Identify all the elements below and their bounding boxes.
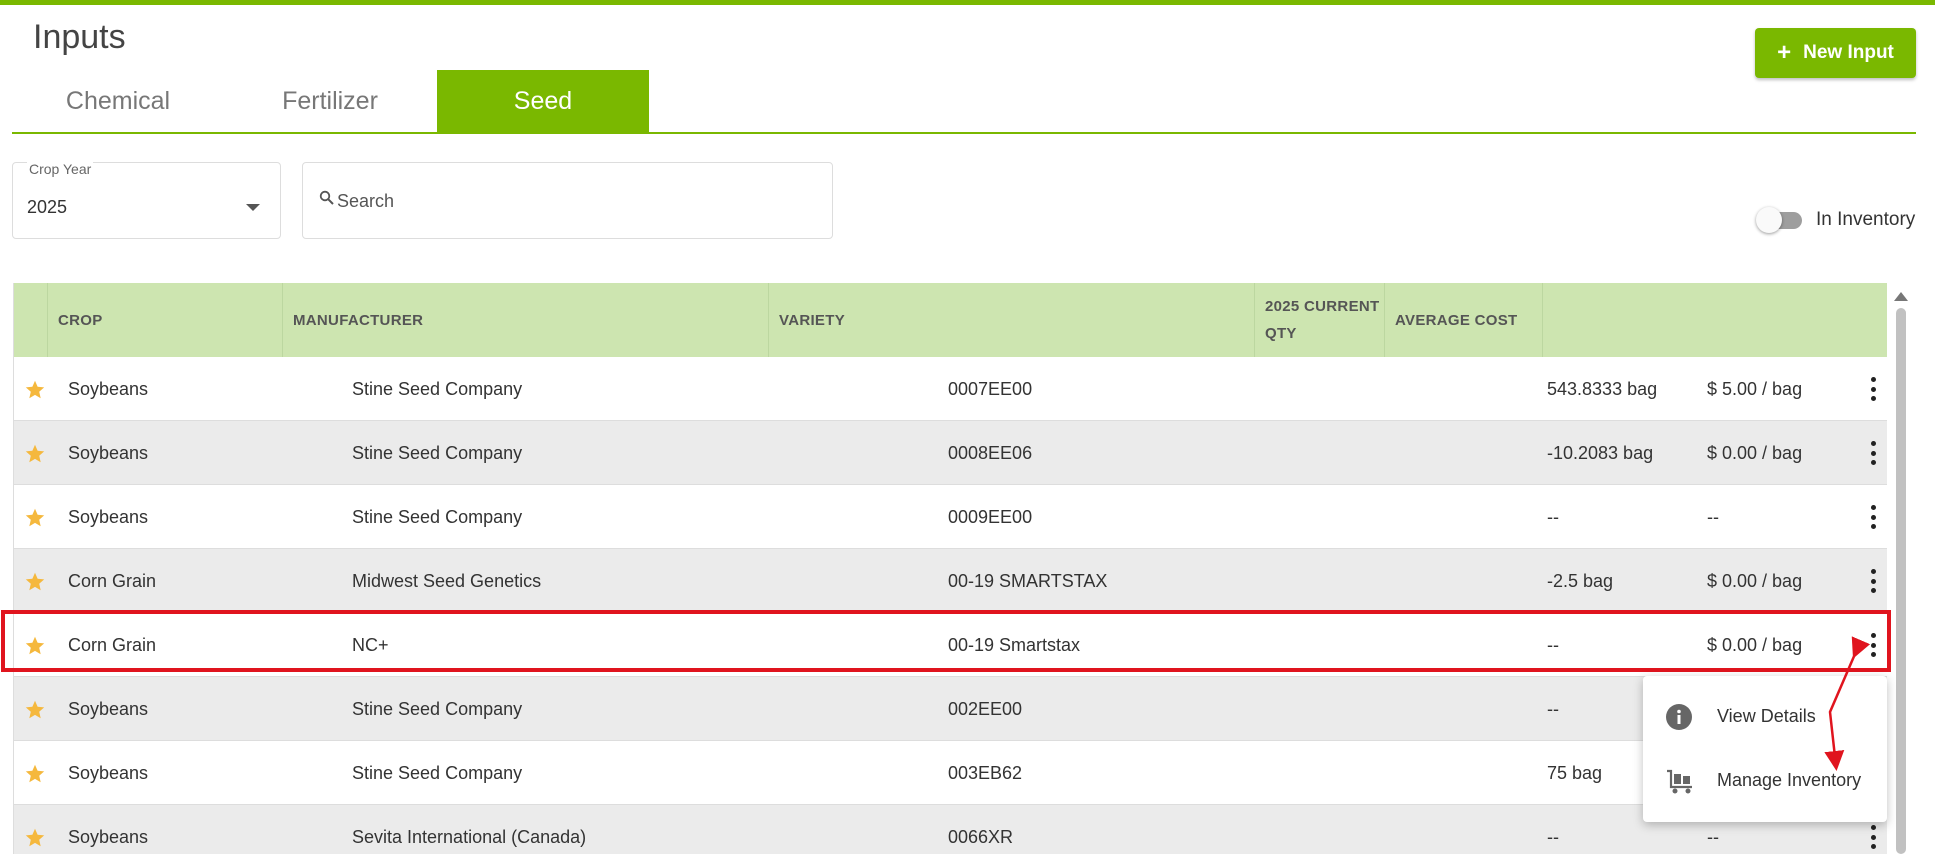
cell-current-qty: 75 bag xyxy=(1547,762,1603,783)
seed-inputs-table: CROP MANUFACTURER VARIETY 2025 CURRENT Q… xyxy=(13,283,1887,854)
cell-manufacturer: Stine Seed Company xyxy=(352,506,523,527)
cell-variety: 0008EE06 xyxy=(948,442,1033,463)
manage-inventory-label: Manage Inventory xyxy=(1717,769,1862,790)
cell-crop: Soybeans xyxy=(68,762,149,783)
cell-crop: Soybeans xyxy=(68,378,149,399)
table-scrollbar[interactable] xyxy=(1893,288,1909,854)
scroll-up-arrow-icon[interactable] xyxy=(1894,292,1908,301)
cell-crop: Soybeans xyxy=(68,826,149,847)
scrollbar-thumb[interactable] xyxy=(1896,308,1906,854)
table-row[interactable]: Soybeans Stine Seed Company 0009EE00 -- … xyxy=(14,485,1887,549)
cell-manufacturer: Midwest Seed Genetics xyxy=(352,570,542,591)
in-inventory-toggle[interactable] xyxy=(1756,207,1804,233)
cell-manufacturer: Stine Seed Company xyxy=(352,442,523,463)
cell-variety: 0007EE00 xyxy=(948,378,1033,399)
row-actions-menu-icon[interactable] xyxy=(1869,505,1877,529)
cell-variety: 0009EE00 xyxy=(948,506,1033,527)
cell-manufacturer: Stine Seed Company xyxy=(352,698,523,719)
new-input-label: New Input xyxy=(1803,42,1894,63)
table-header: CROP MANUFACTURER VARIETY 2025 CURRENT Q… xyxy=(14,283,1887,357)
favorite-star-icon[interactable] xyxy=(24,507,46,528)
in-inventory-filter: In Inventory xyxy=(1756,207,1915,233)
col-header-manufacturer[interactable]: MANUFACTURER xyxy=(282,283,768,357)
cell-variety: 0066XR xyxy=(948,826,1014,847)
cell-crop: Soybeans xyxy=(68,698,149,719)
cell-current-qty: -10.2083 bag xyxy=(1547,442,1654,463)
row-context-menu: View Details Manage Inventory xyxy=(1643,676,1887,822)
table-row[interactable]: Soybeans Stine Seed Company 002EE00 -- xyxy=(14,677,1887,741)
in-inventory-label: In Inventory xyxy=(1816,209,1916,230)
crop-year-value: 2025 xyxy=(27,197,68,217)
view-details-label: View Details xyxy=(1717,705,1816,726)
tab-seed-label: Seed xyxy=(513,86,573,115)
tab-chemical[interactable]: Chemical xyxy=(12,70,224,132)
favorite-star-icon[interactable] xyxy=(24,827,46,848)
cell-average-cost: -- xyxy=(1707,506,1719,527)
input-type-tabs: Chemical Fertilizer Seed xyxy=(12,70,1916,134)
tab-fertilizer-label: Fertilizer xyxy=(282,86,378,115)
crop-year-label: Crop Year xyxy=(27,161,94,177)
cell-average-cost: $ 0.00 / bag xyxy=(1707,442,1803,463)
favorite-star-icon[interactable] xyxy=(24,699,46,720)
cell-current-qty: -2.5 bag xyxy=(1547,570,1614,591)
row-actions-menu-icon[interactable] xyxy=(1869,377,1877,401)
cell-manufacturer: Stine Seed Company xyxy=(352,762,523,783)
col-header-qty-line1: 2025 CURRENT xyxy=(1265,298,1380,315)
favorite-star-icon[interactable] xyxy=(24,443,46,464)
cell-variety: 002EE00 xyxy=(948,698,1023,719)
col-header-qty-line2: QTY xyxy=(1265,325,1297,342)
cell-average-cost: $ 5.00 / bag xyxy=(1707,378,1803,399)
tab-fertilizer[interactable]: Fertilizer xyxy=(224,70,436,132)
dropdown-caret-icon xyxy=(246,204,260,211)
col-header-actions xyxy=(1542,283,1887,357)
menu-item-view-details[interactable]: View Details xyxy=(1643,684,1887,748)
inventory-cart-icon xyxy=(1667,769,1692,794)
cell-manufacturer: Stine Seed Company xyxy=(352,378,523,399)
favorite-star-icon[interactable] xyxy=(24,379,46,400)
col-header-current-qty[interactable]: 2025 CURRENT QTY xyxy=(1254,283,1384,357)
search-icon xyxy=(319,190,334,205)
tab-seed[interactable]: Seed xyxy=(437,70,649,132)
cell-manufacturer: Sevita International (Canada) xyxy=(352,826,587,847)
selected-row-highlight xyxy=(1,610,1891,672)
table-row[interactable]: Soybeans Stine Seed Company 0007EE00 543… xyxy=(14,357,1887,421)
table-row[interactable]: Corn Grain Midwest Seed Genetics 00-19 S… xyxy=(14,549,1887,613)
table-row[interactable]: Soybeans Stine Seed Company 003EB62 75 b… xyxy=(14,741,1887,805)
col-header-average-cost[interactable]: AVERAGE COST xyxy=(1384,283,1542,357)
cell-variety: 003EB62 xyxy=(948,762,1023,783)
row-actions-menu-icon[interactable] xyxy=(1869,441,1877,465)
cell-crop: Corn Grain xyxy=(68,570,157,591)
info-icon xyxy=(1666,704,1692,730)
cell-current-qty: -- xyxy=(1547,698,1559,719)
cell-current-qty: 543.8333 bag xyxy=(1547,378,1658,399)
search-box xyxy=(302,162,833,239)
row-actions-menu-icon[interactable] xyxy=(1869,569,1877,593)
row-actions-menu-icon[interactable] xyxy=(1869,825,1877,849)
cell-crop: Soybeans xyxy=(68,506,149,527)
tab-chemical-label: Chemical xyxy=(65,86,171,115)
page-title: Inputs xyxy=(33,18,126,56)
cell-average-cost: $ 0.00 / bag xyxy=(1707,570,1803,591)
favorite-star-icon[interactable] xyxy=(24,763,46,784)
favorite-star-icon[interactable] xyxy=(24,571,46,592)
crop-year-select[interactable]: Crop Year 2025 xyxy=(12,161,281,239)
search-input[interactable] xyxy=(337,185,817,217)
cell-variety: 00-19 SMARTSTAX xyxy=(948,570,1108,591)
table-row[interactable]: Soybeans Sevita International (Canada) 0… xyxy=(14,805,1887,854)
col-header-crop[interactable]: CROP xyxy=(47,283,282,357)
cell-current-qty: -- xyxy=(1547,826,1559,847)
cell-crop: Soybeans xyxy=(68,442,149,463)
table-row[interactable]: Soybeans Stine Seed Company 0008EE06 -10… xyxy=(14,421,1887,485)
col-header-variety[interactable]: VARIETY xyxy=(768,283,1254,357)
cell-current-qty: -- xyxy=(1547,506,1559,527)
plus-icon: + xyxy=(1777,39,1792,66)
menu-item-manage-inventory[interactable]: Manage Inventory xyxy=(1643,748,1887,812)
top-accent-bar xyxy=(0,0,1935,5)
toggle-knob xyxy=(1756,207,1782,233)
